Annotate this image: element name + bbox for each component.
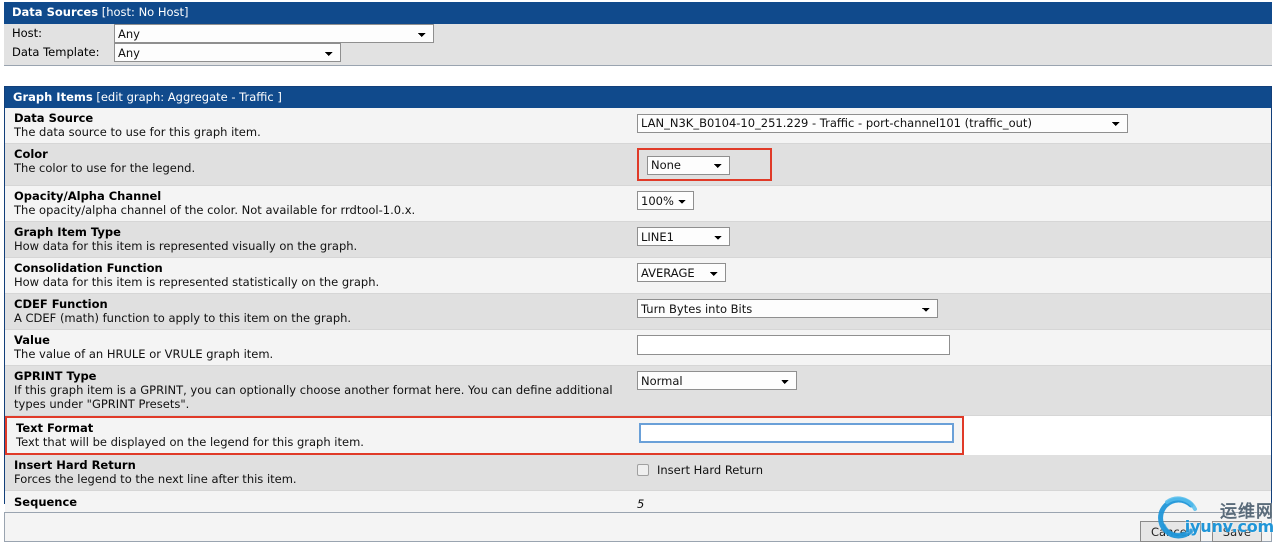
row-insert-hard-return-desc: Forces the legend to the next line after… bbox=[14, 471, 297, 486]
row-graph-item-type-desc: How data for this item is represented vi… bbox=[14, 238, 358, 253]
row-cdef-function-title: CDEF Function bbox=[14, 296, 108, 311]
gprint-type-select[interactable]: Normal bbox=[637, 371, 797, 390]
insert-hard-return-checkbox[interactable] bbox=[637, 463, 649, 476]
data-sources-subtitle: [host: No Host] bbox=[101, 5, 189, 19]
page-root: Data Sources [host: No Host] Host: Any D… bbox=[0, 0, 1279, 545]
value-input[interactable] bbox=[637, 334, 950, 355]
row-cdef-function-desc: A CDEF (math) function to apply to this … bbox=[14, 310, 352, 325]
host-label: Host: bbox=[12, 26, 43, 40]
row-cdef-function: CDEF Function A CDEF (math) function to … bbox=[5, 293, 1271, 330]
row-value-desc: The value of an HRULE or VRULE graph ite… bbox=[14, 346, 274, 361]
row-text-format-title: Text Format bbox=[16, 420, 94, 435]
row-text-format-labels: Text Format Text that will be displayed … bbox=[7, 421, 639, 449]
row-value-control bbox=[637, 333, 1271, 355]
row-opacity-desc: The opacity/alpha channel of the color. … bbox=[14, 202, 416, 217]
data-template-select[interactable]: Any bbox=[114, 43, 341, 62]
row-gprint-type-desc2: types under "GPRINT Presets". bbox=[14, 396, 190, 411]
data-sources-title: Data Sources bbox=[12, 5, 99, 19]
insert-hard-return-checkbox-label: Insert Hard Return bbox=[657, 462, 763, 477]
row-opacity-title: Opacity/Alpha Channel bbox=[14, 188, 162, 203]
color-select[interactable]: None bbox=[647, 155, 730, 175]
row-color-labels: Color The color to use for the legend. bbox=[5, 147, 637, 175]
row-gprint-type-title: GPRINT Type bbox=[14, 368, 97, 383]
row-opacity: Opacity/Alpha Channel The opacity/alpha … bbox=[5, 185, 1271, 222]
row-text-format: Text Format Text that will be displayed … bbox=[5, 415, 964, 455]
row-color-title: Color bbox=[14, 147, 48, 161]
row-sequence-title: Sequence bbox=[14, 494, 78, 509]
row-sequence-labels: Sequence bbox=[5, 495, 637, 509]
row-graph-item-type: Graph Item Type How data for this item i… bbox=[5, 221, 1271, 258]
data-template-row: Data Template: Any bbox=[4, 43, 1272, 62]
row-consolidation-function: Consolidation Function How data for this… bbox=[5, 257, 1271, 294]
row-text-format-desc: Text that will be displayed on the legen… bbox=[16, 434, 364, 449]
graph-items-subtitle: [edit graph: Aggregate - Traffic ] bbox=[96, 90, 282, 104]
row-color-desc: The color to use for the legend. bbox=[14, 161, 196, 175]
action-button-panel: Cancel Save bbox=[4, 512, 1272, 542]
row-insert-hard-return-title: Insert Hard Return bbox=[14, 457, 136, 472]
color-highlight-box: None bbox=[637, 148, 772, 181]
row-gprint-type-labels: GPRINT Type If this graph item is a GPRI… bbox=[5, 369, 637, 411]
row-data-source-desc: The data source to use for this graph it… bbox=[14, 125, 261, 139]
graph-items-title: Graph Items bbox=[13, 90, 93, 104]
row-data-source-labels: Data Source The data source to use for t… bbox=[5, 111, 637, 139]
row-gprint-type: GPRINT Type If this graph item is a GPRI… bbox=[5, 365, 1271, 416]
row-color: Color The color to use for the legend. N… bbox=[5, 144, 1271, 186]
graph-items-rows: Data Source The data source to use for t… bbox=[5, 108, 1271, 517]
row-value-title: Value bbox=[14, 332, 50, 347]
data-source-select[interactable]: LAN_N3K_B0104-10_251.229 - Traffic - por… bbox=[637, 113, 1128, 133]
insert-hard-return-wrap[interactable]: Insert Hard Return bbox=[637, 459, 1271, 477]
row-opacity-control: 100% bbox=[637, 189, 1271, 210]
consolidation-function-select[interactable]: AVERAGE bbox=[637, 263, 726, 282]
row-color-control: None bbox=[637, 147, 1271, 181]
data-sources-header: Data Sources [host: No Host] bbox=[4, 2, 1272, 24]
row-cdef-function-labels: CDEF Function A CDEF (math) function to … bbox=[5, 297, 637, 325]
row-graph-item-type-labels: Graph Item Type How data for this item i… bbox=[5, 225, 637, 253]
row-text-format-control bbox=[639, 421, 962, 443]
opacity-select[interactable]: 100% bbox=[637, 191, 694, 210]
host-select[interactable]: Any bbox=[114, 24, 434, 43]
row-value-labels: Value The value of an HRULE or VRULE gra… bbox=[5, 333, 637, 361]
row-cdef-function-control: Turn Bytes into Bits bbox=[637, 297, 1271, 318]
row-consolidation-function-desc: How data for this item is represented st… bbox=[14, 274, 380, 289]
row-consolidation-function-labels: Consolidation Function How data for this… bbox=[5, 261, 637, 289]
row-gprint-type-desc: If this graph item is a GPRINT, you can … bbox=[14, 382, 613, 397]
cancel-button[interactable]: Cancel bbox=[1140, 521, 1201, 542]
row-consolidation-function-control: AVERAGE bbox=[637, 261, 1271, 282]
row-value: Value The value of an HRULE or VRULE gra… bbox=[5, 329, 1271, 366]
host-row: Host: Any bbox=[4, 24, 1272, 43]
sequence-value: 5 bbox=[637, 496, 645, 511]
save-button[interactable]: Save bbox=[1211, 521, 1262, 542]
graph-items-header: Graph Items [edit graph: Aggregate - Tra… bbox=[5, 87, 1271, 109]
row-insert-hard-return: Insert Hard Return Forces the legend to … bbox=[5, 454, 1271, 491]
row-data-source-title: Data Source bbox=[14, 111, 94, 125]
text-format-input[interactable] bbox=[639, 422, 954, 443]
cdef-function-select[interactable]: Turn Bytes into Bits bbox=[637, 299, 938, 318]
row-consolidation-function-title: Consolidation Function bbox=[14, 260, 163, 275]
graph-items-panel: Graph Items [edit graph: Aggregate - Tra… bbox=[4, 86, 1272, 517]
data-sources-body: Host: Any Data Template: Any bbox=[4, 24, 1272, 65]
row-data-source-control: LAN_N3K_B0104-10_251.229 - Traffic - por… bbox=[637, 111, 1271, 133]
row-data-source: Data Source The data source to use for t… bbox=[5, 108, 1271, 144]
row-insert-hard-return-labels: Insert Hard Return Forces the legend to … bbox=[5, 458, 637, 486]
graph-item-type-select[interactable]: LINE1 bbox=[637, 227, 730, 246]
row-graph-item-type-control: LINE1 bbox=[637, 225, 1271, 246]
data-sources-panel: Data Sources [host: No Host] Host: Any D… bbox=[4, 2, 1272, 66]
row-gprint-type-control: Normal bbox=[637, 369, 1271, 390]
data-template-label: Data Template: bbox=[12, 45, 100, 59]
row-insert-hard-return-control: Insert Hard Return bbox=[637, 458, 1271, 477]
row-opacity-labels: Opacity/Alpha Channel The opacity/alpha … bbox=[5, 189, 637, 217]
row-sequence-control: 5 bbox=[637, 495, 1271, 511]
row-graph-item-type-title: Graph Item Type bbox=[14, 224, 121, 239]
